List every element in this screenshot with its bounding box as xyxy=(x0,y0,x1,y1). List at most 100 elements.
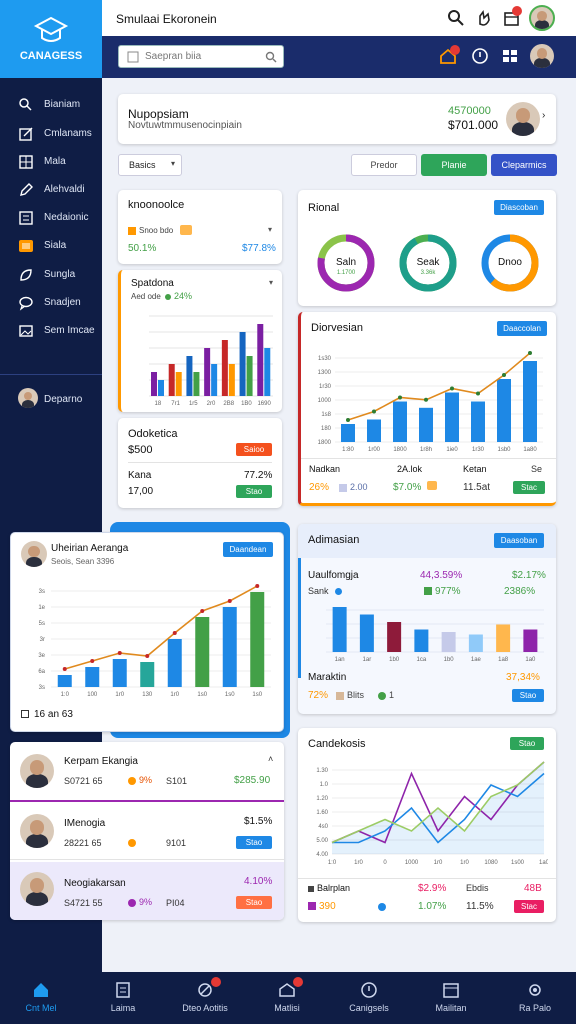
person-name: IMenogia xyxy=(64,818,106,829)
chevron-down-icon[interactable]: ▾ xyxy=(268,225,272,234)
sidebar-item-sungla[interactable]: Sungla xyxy=(18,264,102,286)
magnifier-icon[interactable] xyxy=(265,51,277,63)
bar xyxy=(140,662,155,687)
notification-badge xyxy=(211,977,221,987)
bottom-nav-laima[interactable]: Laima xyxy=(82,972,164,1024)
sidebar-item-cmlanams[interactable]: Cmlanams xyxy=(18,123,102,145)
status-badge[interactable]: Stao xyxy=(512,689,544,702)
avatar[interactable] xyxy=(506,102,540,136)
person-code: PI04 xyxy=(166,898,185,908)
search-placeholder: Saepran biia xyxy=(145,51,202,62)
brand-logo[interactable]: CANAGESS xyxy=(0,0,102,78)
search-input[interactable]: Saepran biia xyxy=(118,45,284,68)
bar xyxy=(112,659,127,687)
status-badge[interactable]: Stac xyxy=(513,481,545,494)
spatdona-bar-chart: 18 7r1 1r5 2r0 2B8 1B0 1690 xyxy=(149,315,273,407)
sidebar-item-label: Bianiam xyxy=(44,99,81,110)
card-subtitle: Seois, Sean 3396 xyxy=(51,557,115,566)
apps-icon[interactable] xyxy=(500,46,520,66)
sidebar-item-nedaionic[interactable]: Nedaionic xyxy=(18,207,102,229)
legend: 1 xyxy=(378,690,394,700)
hand-icon[interactable] xyxy=(474,8,494,28)
sidebar-item-bianiam[interactable]: Bianiam xyxy=(18,94,102,116)
notification-badge xyxy=(293,977,303,987)
bar xyxy=(222,607,237,687)
list-item[interactable]: Kerpam Ekangia ˄ S0721 65 9% S101 $285.9… xyxy=(10,742,284,802)
x-tick-label: 1r0 xyxy=(354,860,363,866)
status-badge[interactable]: Stac xyxy=(514,900,544,913)
sidebar-item-alehvaldi[interactable]: Alehvaldi xyxy=(18,179,102,201)
bar xyxy=(523,361,537,442)
rional-button[interactable]: Diascoban xyxy=(494,200,544,215)
sidebar-user[interactable]: Deparno xyxy=(18,388,82,408)
list-item[interactable]: IMenogia $1.5% 28221 65 9101 Stao xyxy=(10,804,284,860)
bottom-nav-canigsels[interactable]: Canigsels xyxy=(328,972,410,1024)
status-badge[interactable]: Stao xyxy=(236,896,272,909)
tab-planie[interactable]: Planie xyxy=(421,154,487,176)
chevron-down-icon[interactable]: ▾ xyxy=(269,278,273,287)
calendar-icon xyxy=(443,983,459,998)
tab-predor[interactable]: Predor xyxy=(351,154,417,176)
diorvesian-button[interactable]: Daaccolan xyxy=(497,321,547,336)
status-badge[interactable]: Saioo xyxy=(236,443,272,456)
stat-value-1: 50.1% xyxy=(128,243,157,254)
status-dot xyxy=(128,776,136,785)
avatar[interactable] xyxy=(21,541,47,567)
chevron-up-icon[interactable]: ˄ xyxy=(268,754,273,764)
accent-bar xyxy=(298,558,301,678)
trend-point xyxy=(172,631,177,635)
bottom-nav-mailitan[interactable]: Mailitan xyxy=(410,972,492,1024)
bar xyxy=(195,617,210,687)
diorvesian-combo-chart: 1800 180 1s8 1000 1r30 1300 1s30 1:80 1r00 1800 1r… xyxy=(318,351,543,453)
row-label-text: Sank xyxy=(308,586,329,596)
search-icon[interactable] xyxy=(446,8,466,28)
row-value: $2.17% xyxy=(512,570,546,581)
y-tick-label: 3s xyxy=(39,685,45,691)
info-icon[interactable] xyxy=(470,46,490,66)
person-number: 28221 65 xyxy=(64,838,102,848)
tab-cleparmics[interactable]: Cleparmics xyxy=(491,154,557,176)
y-tick-label: 1800 xyxy=(318,440,332,446)
chevron-right-icon[interactable]: › xyxy=(542,110,545,121)
sidebar-item-label: Snadjen xyxy=(44,297,81,308)
chart-card-uheirian: Uheirian Aeranga Seois, Sean 3396 Daande… xyxy=(10,532,284,732)
donut-charts: Saln 1.1700 Seak 3.36k Dnoo xyxy=(317,234,539,292)
status-badge[interactable]: Stao xyxy=(236,836,272,849)
sidebar-item-semimcae[interactable]: Sem Imcae xyxy=(18,320,102,342)
bar xyxy=(264,348,271,396)
sidebar-item-mala[interactable]: Mala xyxy=(18,151,102,173)
avatar[interactable] xyxy=(530,44,554,68)
y-tick-label: 1000 xyxy=(318,398,332,404)
status-badge[interactable]: Stao xyxy=(510,737,544,750)
bottom-nav-rapalo[interactable]: Ra Palo xyxy=(494,972,576,1024)
card-title: Rional xyxy=(308,202,340,214)
stat-value: $500 xyxy=(128,444,153,456)
top-bar: Smulaai Ekoronein xyxy=(102,0,576,36)
person-amount: $285.90 xyxy=(234,775,271,786)
filter-select[interactable]: Basics ▾ xyxy=(118,154,182,176)
avatar xyxy=(20,814,54,848)
x-tick-label: 1080 xyxy=(484,860,498,866)
avatar[interactable] xyxy=(529,5,555,31)
adimasian-button[interactable]: Daasoban xyxy=(494,533,544,548)
bar xyxy=(221,340,228,396)
status-badge[interactable]: Stao xyxy=(236,485,272,498)
x-tick-label: 0 xyxy=(383,860,387,866)
bottom-nav-matlisi[interactable]: Matlisi xyxy=(246,972,328,1024)
y-tick-label: 4s0 xyxy=(318,824,328,830)
y-tick-label: 1s8 xyxy=(321,412,331,418)
bar xyxy=(204,348,211,396)
bar xyxy=(471,401,485,442)
uheirian-button[interactable]: Daandean xyxy=(223,542,273,557)
bottom-nav-home[interactable]: Cnt Mel xyxy=(0,972,82,1024)
person-amount: 4.10% xyxy=(244,876,273,887)
sidebar-item-siala[interactable]: Siala xyxy=(18,235,102,257)
settings-icon xyxy=(529,984,541,996)
list-item[interactable]: Neogiakarsan 4.10% S4721 55 9% PI04 Stao xyxy=(10,862,284,920)
bottom-nav-dteo[interactable]: Dteo Aotitis xyxy=(164,972,246,1024)
trend-point xyxy=(450,386,454,391)
x-tick-label: 1s0 xyxy=(225,692,235,698)
sidebar-item-snadjen[interactable]: Snadjen xyxy=(18,292,102,314)
x-tick-label: 2r0 xyxy=(207,401,216,407)
x-tick-label: 7r1 xyxy=(171,401,180,407)
